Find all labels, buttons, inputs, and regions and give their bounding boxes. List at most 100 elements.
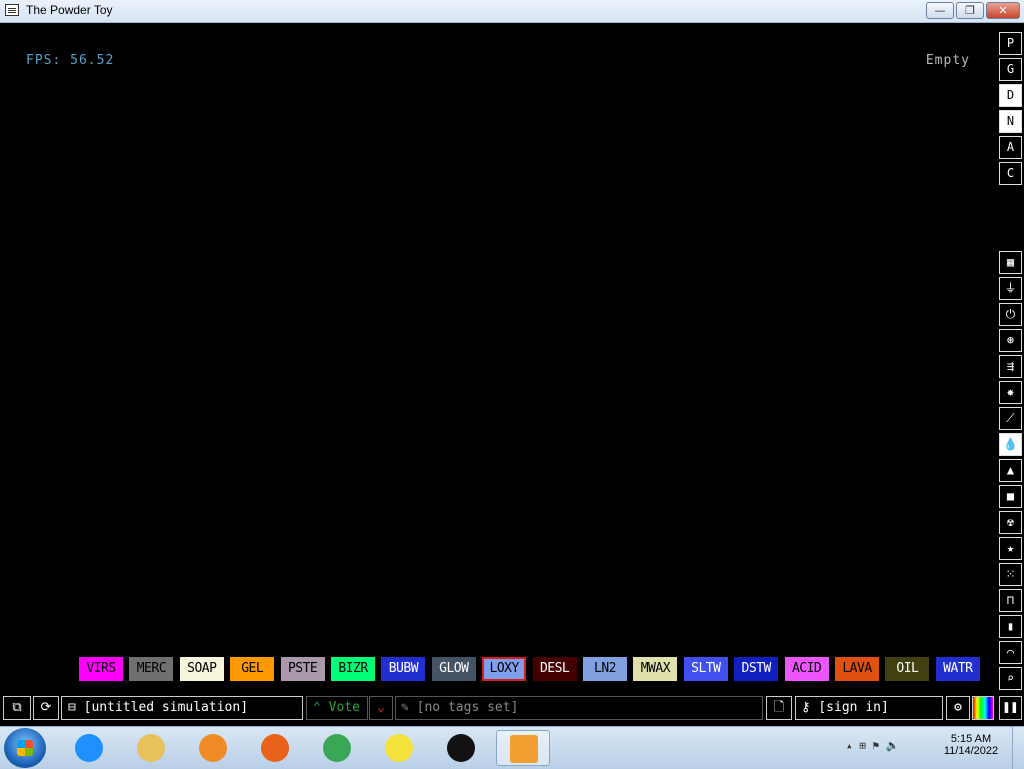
tags-button[interactable]: ✎ [no tags set] — [395, 696, 763, 720]
special-icon: ★ — [1006, 541, 1015, 555]
open-icon: ⧉ — [12, 700, 22, 715]
element-button-ln2[interactable]: LN2 — [583, 657, 627, 681]
category-button[interactable]: ⁙ — [999, 563, 1022, 586]
element-button-gel[interactable]: GEL — [230, 657, 275, 681]
category-button[interactable]: ⟋ — [999, 407, 1022, 430]
element-button-mwax[interactable]: MWAX — [633, 657, 678, 681]
minimize-button[interactable]: — — [926, 2, 954, 19]
gases-icon: ⟋ — [1006, 411, 1015, 425]
category-button[interactable]: ⊛ — [999, 329, 1022, 352]
hover-element-label: Empty — [925, 53, 970, 68]
element-button-glow[interactable]: GLOW — [431, 657, 476, 681]
upvote-icon: ⌃ — [313, 700, 329, 715]
network-icon[interactable]: ⊞ — [859, 739, 866, 752]
downvote-icon: ⌄ — [377, 700, 385, 715]
category-button[interactable]: ☢ — [999, 511, 1022, 534]
volume-icon[interactable]: 🔈 — [886, 739, 900, 752]
element-button-pste[interactable]: PSTE — [280, 657, 325, 681]
settings-button[interactable]: ⚙ — [946, 696, 970, 720]
solids-icon: ■ — [1006, 489, 1015, 503]
sign-in-label: [sign in] — [818, 700, 889, 715]
category-button[interactable]: 💧 — [999, 433, 1022, 456]
window-title-bar[interactable]: The Powder Toy — ❐ ✕ — [0, 0, 1024, 23]
reload-icon: ⟳ — [40, 700, 52, 715]
category-button[interactable]: ⊓ — [999, 589, 1022, 612]
render-options-button[interactable] — [972, 696, 994, 720]
close-button[interactable]: ✕ — [986, 2, 1020, 19]
category-button[interactable]: ▲ — [999, 459, 1022, 482]
category-button[interactable]: ⏻ — [999, 303, 1022, 326]
render-mode-g[interactable]: G — [999, 58, 1022, 81]
element-button-lava[interactable]: LAVA — [835, 657, 879, 681]
category-button[interactable]: ⇶ — [999, 355, 1022, 378]
vote-up-button[interactable]: ⌃ Vote — [306, 696, 368, 720]
taskbar-app-button[interactable] — [62, 730, 116, 766]
firefox-icon — [261, 734, 289, 762]
fps-counter: FPS: 56.52 — [26, 53, 115, 68]
vote-down-button[interactable]: ⌄ — [369, 696, 393, 720]
powered-icon: ⏻ — [1005, 307, 1016, 321]
powder-toy-icon — [510, 735, 538, 763]
file-explorer-icon — [137, 734, 165, 762]
restore-button[interactable]: ❐ — [956, 2, 984, 19]
liquids-icon: 💧 — [1003, 437, 1018, 451]
element-button-soap[interactable]: SOAP — [179, 657, 224, 681]
taskbar-app-button[interactable] — [310, 730, 364, 766]
element-button-oil[interactable]: OIL — [885, 657, 930, 681]
chrome-icon — [323, 734, 351, 762]
show-desktop-button[interactable] — [1012, 727, 1024, 769]
walls-icon: ▦ — [1006, 255, 1015, 269]
sign-in-button[interactable]: ⚷ [sign in] — [795, 696, 943, 720]
element-button-sltw[interactable]: SLTW — [683, 657, 728, 681]
category-button[interactable]: ⌕ — [999, 667, 1022, 690]
category-button[interactable]: ⏚ — [999, 277, 1022, 300]
taskbar-app-button[interactable] — [186, 730, 240, 766]
element-button-bizr[interactable]: BIZR — [331, 657, 375, 681]
category-button[interactable]: ■ — [999, 485, 1022, 508]
element-button-virs[interactable]: VIRS — [79, 657, 123, 681]
render-mode-c[interactable]: C — [999, 162, 1022, 185]
spongebob-icon — [385, 734, 413, 762]
open-browser-button[interactable]: ⧉ — [3, 696, 31, 720]
save-title-button[interactable]: ⊟ [untitled simulation] — [61, 696, 303, 720]
element-button-dstw[interactable]: DSTW — [734, 657, 779, 681]
render-mode-p[interactable]: P — [999, 32, 1022, 55]
simulation-canvas[interactable]: FPS: 56.52 Empty PGDNAC ▦ ⏚ ⏻ ⊛ ⇶ ✸ ⟋ 💧 ▲ ■ ☢ ★ ⁙ ⊓ ▮ ⌒… — [0, 23, 1024, 726]
explosives-icon: ✸ — [1006, 385, 1015, 399]
tray-icons[interactable]: ▴ ⊞ ⚑ 🔈 — [846, 739, 899, 752]
internet-explorer-icon — [75, 734, 103, 762]
media-player-icon — [199, 734, 227, 762]
reload-button[interactable]: ⟳ — [33, 696, 59, 720]
flag-icon[interactable]: ⚑ — [873, 739, 880, 752]
render-mode-n[interactable]: N — [999, 110, 1022, 133]
save-title: [untitled simulation] — [83, 700, 249, 715]
category-button[interactable]: ⌒ — [999, 641, 1022, 664]
taskbar-app-button[interactable] — [372, 730, 426, 766]
element-button-loxy[interactable]: LOXY — [482, 657, 527, 681]
taskbar-app-button[interactable] — [496, 730, 550, 766]
sensors-icon: ⊛ — [1006, 333, 1015, 347]
taskbar-app-button[interactable] — [248, 730, 302, 766]
element-button-desl[interactable]: DESL — [532, 657, 577, 681]
element-button-merc[interactable]: MERC — [129, 657, 174, 681]
new-file-icon: 🗋 — [773, 700, 785, 715]
element-button-watr[interactable]: WATR — [935, 657, 980, 681]
decoration-icon: ⌒ — [1006, 645, 1015, 659]
app-icon — [5, 4, 19, 16]
start-button[interactable] — [4, 728, 46, 768]
taskbar-app-button[interactable] — [124, 730, 178, 766]
new-simulation-button[interactable]: 🗋 — [766, 696, 792, 720]
element-button-acid[interactable]: ACID — [784, 657, 829, 681]
show-hidden-icons-icon[interactable]: ▴ — [846, 739, 853, 752]
category-button[interactable]: ▦ — [999, 251, 1022, 274]
category-button[interactable]: ✸ — [999, 381, 1022, 404]
render-mode-a[interactable]: A — [999, 136, 1022, 159]
taskbar-app-button[interactable] — [434, 730, 488, 766]
category-button[interactable]: ▮ — [999, 615, 1022, 638]
clock[interactable]: 5:15 AM 11/14/2022 — [940, 733, 1002, 757]
element-button-bubw[interactable]: BUBW — [381, 657, 426, 681]
category-button[interactable]: ★ — [999, 537, 1022, 560]
tools-icon: ⊓ — [1006, 593, 1015, 607]
pause-button[interactable]: ❚❚ — [999, 696, 1022, 720]
render-mode-d[interactable]: D — [999, 84, 1022, 107]
